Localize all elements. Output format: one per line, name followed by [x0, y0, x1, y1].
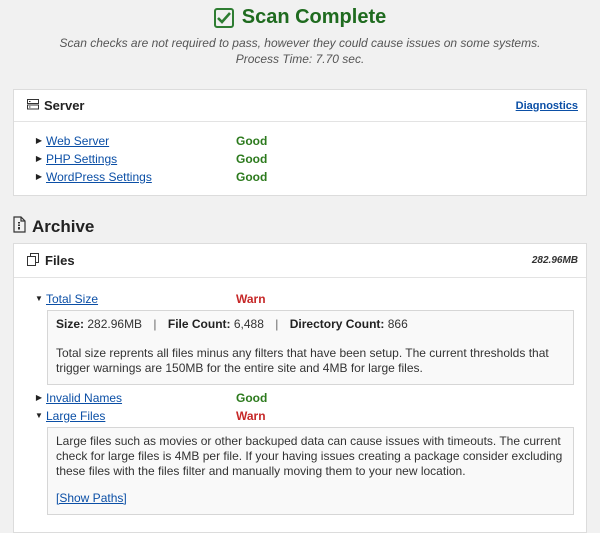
archive-title: Archive: [32, 217, 95, 236]
total-size-details: Size: 282.96MB | File Count: 6,488 | Dir…: [47, 310, 574, 385]
separator: |: [153, 317, 157, 331]
show-paths-link[interactable]: [Show Paths]: [56, 491, 127, 505]
server-title: Server: [27, 98, 84, 113]
server-title-label: Server: [44, 98, 85, 113]
files-row-total-size[interactable]: ▼ Total Size Warn: [14, 290, 586, 308]
large-files-link[interactable]: Large Files: [46, 407, 236, 425]
files-row-large-files[interactable]: ▼ Large Files Warn: [14, 407, 586, 425]
collapse-arrow-icon[interactable]: ▼: [34, 290, 44, 308]
scan-header: Scan Complete Scan checks are not requir…: [0, 0, 600, 67]
archive-file-icon: [13, 216, 26, 238]
invalid-names-link[interactable]: Invalid Names: [46, 389, 236, 407]
file-count-value: 6,488: [233, 317, 264, 331]
process-time: Process Time: 7.70 sec.: [235, 52, 365, 66]
files-copy-icon: [27, 252, 40, 269]
size-value: 282.96MB: [87, 317, 143, 331]
files-title: Files: [27, 252, 75, 269]
page-title: Scan Complete: [241, 6, 387, 28]
file-count-label: File Count:: [167, 317, 231, 331]
expand-arrow-icon[interactable]: ▶: [34, 389, 44, 407]
expand-arrow-icon[interactable]: ▶: [34, 150, 44, 168]
wordpress-settings-link[interactable]: WordPress Settings: [46, 168, 236, 186]
scan-subtitle: Scan checks are not required to pass, ho…: [0, 35, 600, 67]
status-good: Good: [236, 391, 268, 405]
scan-note: Scan checks are not required to pass, ho…: [59, 36, 541, 50]
large-files-details: Large files such as movies or other back…: [47, 427, 574, 515]
status-good: Good: [236, 134, 268, 148]
total-size-link[interactable]: Total Size: [46, 290, 236, 308]
expand-arrow-icon[interactable]: ▶: [34, 168, 44, 186]
status-warn: Warn: [236, 292, 266, 306]
files-rows: ▼ Total Size Warn Size: 282.96MB | File …: [14, 278, 586, 515]
total-size-stats: Size: 282.96MB | File Count: 6,488 | Dir…: [56, 317, 565, 332]
files-total-size: 282.96MB: [531, 255, 578, 266]
collapse-arrow-icon[interactable]: ▼: [34, 407, 44, 425]
separator: |: [275, 317, 279, 331]
server-panel: Server Diagnostics ▶ Web Server Good ▶ P…: [13, 89, 587, 196]
files-panel: Files 282.96MB ▼ Total Size Warn Size: 2…: [13, 243, 587, 533]
files-title-label: Files: [45, 253, 75, 268]
check-square-icon: [213, 7, 234, 28]
archive-heading: Archive: [13, 216, 94, 238]
server-rows: ▶ Web Server Good ▶ PHP Settings Good ▶ …: [14, 122, 586, 186]
files-row-invalid-names[interactable]: ▶ Invalid Names Good: [14, 389, 586, 407]
php-settings-link[interactable]: PHP Settings: [46, 150, 236, 168]
server-row-web-server[interactable]: ▶ Web Server Good: [14, 132, 586, 150]
status-good: Good: [236, 170, 268, 184]
server-row-wordpress-settings[interactable]: ▶ WordPress Settings Good: [14, 168, 586, 186]
directory-count-label: Directory Count:: [289, 317, 385, 331]
server-icon: [27, 98, 39, 113]
scan-title-row: Scan Complete: [0, 6, 600, 29]
size-label: Size:: [56, 317, 85, 331]
total-size-description: Total size reprents all files minus any …: [56, 346, 549, 375]
expand-arrow-icon[interactable]: ▶: [34, 132, 44, 150]
directory-count-value: 866: [387, 317, 408, 331]
status-good: Good: [236, 152, 268, 166]
server-panel-header: Server Diagnostics: [14, 90, 586, 122]
large-files-description: Large files such as movies or other back…: [56, 434, 563, 478]
diagnostics-link[interactable]: Diagnostics: [516, 100, 578, 112]
files-panel-header: Files 282.96MB: [14, 244, 586, 278]
status-warn: Warn: [236, 409, 266, 423]
server-row-php-settings[interactable]: ▶ PHP Settings Good: [14, 150, 586, 168]
web-server-link[interactable]: Web Server: [46, 132, 236, 150]
